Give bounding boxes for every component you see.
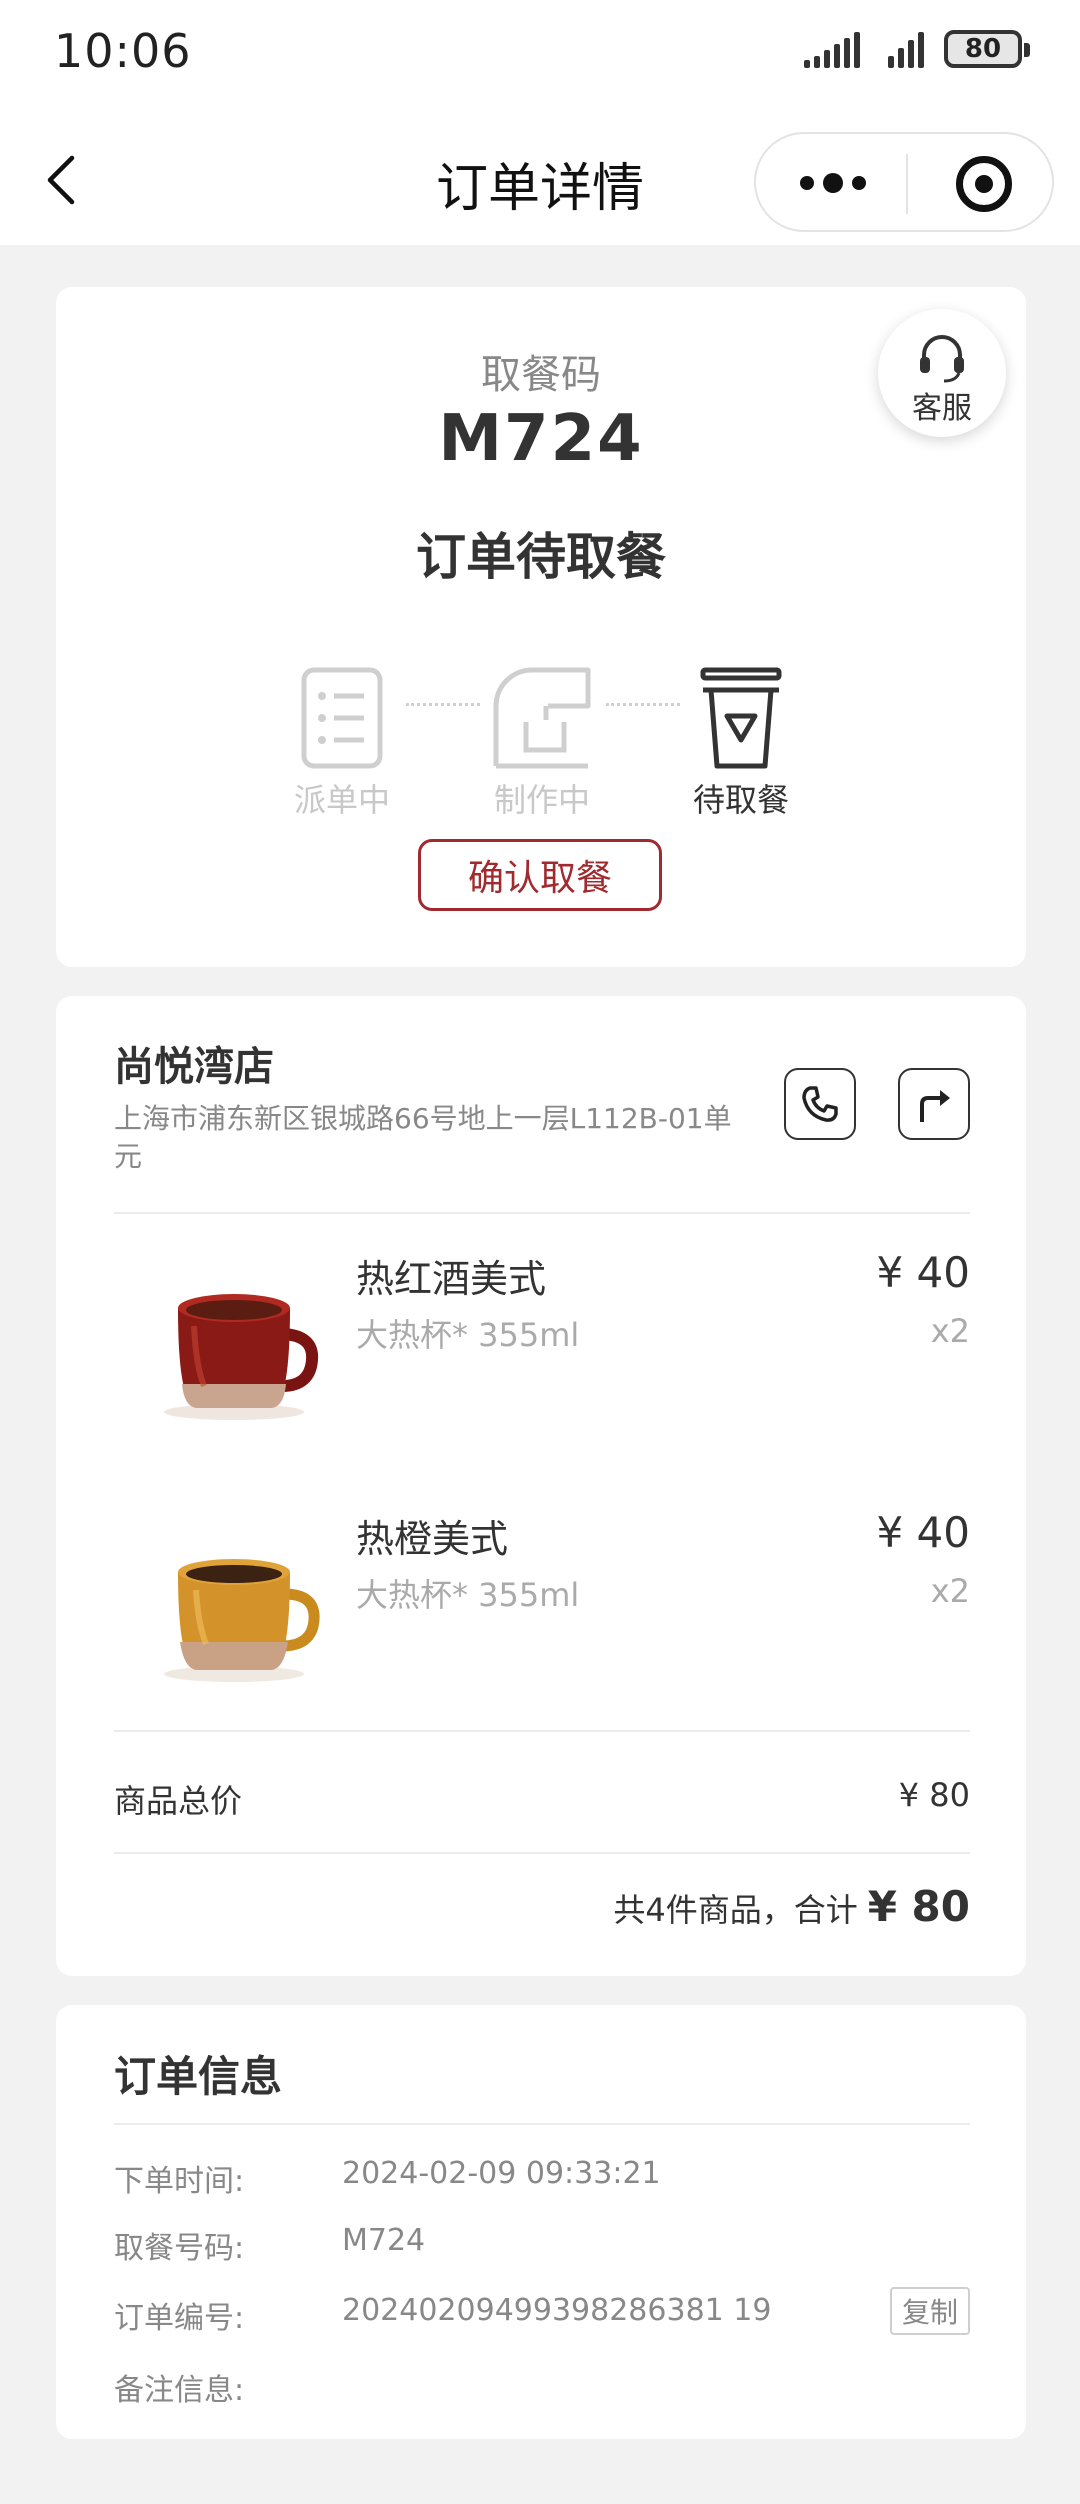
close-mini-program-icon[interactable]: [956, 156, 1012, 212]
cellular-signal-icon-2: [888, 30, 924, 68]
info-value: 20240209499398286381 19: [342, 2293, 772, 2328]
store-address: 上海市浦东新区银城路66号地上一层L112B-01单元: [114, 1102, 732, 1173]
divider: [114, 2123, 970, 2125]
goods-total-value: ¥ 80: [898, 1776, 970, 1814]
divider: [114, 1212, 970, 1214]
remarks-row: 备注信息:: [114, 2359, 970, 2409]
pickup-status-card: 取餐码 M724 订单待取餐 客服 派单中 制作中 待取餐 确认取餐: [56, 287, 1026, 967]
summary-text: 共4件商品，合计: [613, 1891, 858, 1929]
customer-service-label: 客服: [912, 391, 972, 426]
item-quantity: x2: [930, 1572, 970, 1610]
order-time-row: 下单时间: 2024-02-09 09:33:21: [114, 2150, 970, 2200]
order-status-title: 订单待取餐: [416, 528, 666, 586]
headset-icon: [920, 335, 964, 383]
step-ready-for-pickup: 待取餐: [676, 663, 806, 821]
call-store-button[interactable]: [784, 1068, 856, 1140]
item-quantity: x2: [930, 1312, 970, 1350]
more-options-icon[interactable]: [800, 170, 866, 196]
customer-service-button[interactable]: 客服: [878, 309, 1006, 437]
item-price: ¥ 40: [876, 1248, 970, 1297]
info-key: 下单时间:: [114, 2164, 245, 2199]
item-name: 热橙美式: [356, 1517, 509, 1561]
item-price: ¥ 40: [876, 1508, 970, 1557]
status-time: 10:06: [54, 24, 192, 78]
order-summary: 共4件商品，合计 ¥ 80: [613, 1882, 970, 1931]
step-connector: [606, 703, 680, 706]
confirm-pickup-button[interactable]: 确认取餐: [418, 839, 662, 911]
coffee-cup-icon: [700, 667, 782, 769]
phone-icon: [802, 1086, 838, 1122]
capsule-divider: [906, 154, 908, 214]
info-key: 备注信息:: [114, 2373, 245, 2408]
summary-total: ¥ 80: [867, 1882, 970, 1931]
divider: [114, 1730, 970, 1732]
battery-level: 80: [964, 34, 1002, 64]
order-info-title: 订单信息: [114, 2052, 283, 2101]
coffee-machine-icon: [493, 667, 591, 769]
nav-bar: 订单详情: [0, 110, 1080, 245]
status-bar: 10:06 80: [0, 0, 1080, 110]
list-item[interactable]: 热橙美式 大热杯* 355ml ¥ 40 x2: [114, 1486, 970, 1726]
directions-icon: [920, 1090, 950, 1122]
cellular-signal-icon: [804, 30, 860, 68]
order-list-icon: [301, 667, 383, 769]
store-name: 尚悦湾店: [114, 1044, 274, 1090]
battery-icon: 80: [944, 30, 1030, 68]
step-dispatching: 派单中: [277, 663, 407, 821]
item-spec: 大热杯* 355ml: [356, 1316, 580, 1354]
copy-order-number-button[interactable]: 复制: [890, 2287, 970, 2335]
order-items-card: 尚悦湾店 上海市浦东新区银城路66号地上一层L112B-01单元 热红酒美式 大…: [56, 996, 1026, 1976]
red-wine-americano-image: [164, 1294, 319, 1420]
orange-americano-image: [164, 1559, 320, 1682]
info-key: 取餐号码:: [114, 2231, 245, 2266]
divider: [114, 1852, 970, 1854]
order-number-row: 订单编号: 20240209499398286381 19 复制: [114, 2287, 970, 2337]
pickup-number-row: 取餐号码: M724: [114, 2217, 970, 2267]
goods-total-label: 商品总价: [114, 1782, 243, 1820]
step-label: 制作中: [493, 781, 590, 819]
step-label: 待取餐: [692, 781, 789, 819]
item-spec: 大热杯* 355ml: [356, 1576, 580, 1614]
item-name: 热红酒美式: [356, 1257, 547, 1301]
navigate-to-store-button[interactable]: [898, 1068, 970, 1140]
step-label: 派单中: [293, 781, 390, 819]
step-connector: [406, 703, 480, 706]
step-making: 制作中: [477, 663, 607, 821]
info-key: 订单编号:: [114, 2301, 245, 2336]
info-value: M724: [342, 2223, 426, 2258]
order-info-card: 订单信息 下单时间: 2024-02-09 09:33:21 取餐号码: M72…: [56, 2005, 1026, 2439]
list-item[interactable]: 热红酒美式 大热杯* 355ml ¥ 40 x2: [114, 1226, 970, 1466]
mini-program-capsule: [754, 132, 1054, 232]
info-value: 2024-02-09 09:33:21: [342, 2156, 661, 2191]
